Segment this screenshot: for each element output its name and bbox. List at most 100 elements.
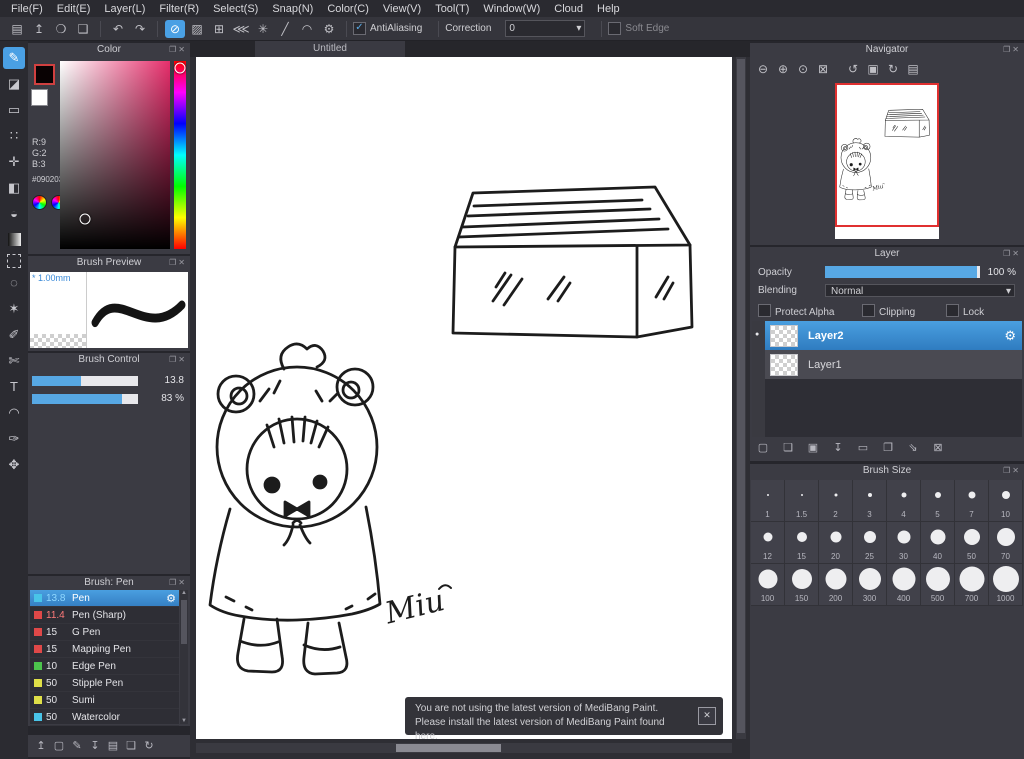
brush-item-edge-pen[interactable]: 10 Edge Pen xyxy=(30,658,179,675)
protect-alpha-checkbox[interactable]: Protect Alpha xyxy=(758,304,834,318)
delete-layer-icon[interactable]: ⊠ xyxy=(929,440,947,456)
export-view-icon[interactable]: ▤ xyxy=(904,61,922,77)
color-wheel-icon[interactable] xyxy=(32,195,47,210)
snap-settings-icon[interactable]: ⚙ xyxy=(319,20,339,38)
soft-edge-checkbox[interactable] xyxy=(608,22,622,35)
close-icon[interactable]: ✕ xyxy=(1012,466,1021,475)
shape-brush-tool[interactable]: ▭ xyxy=(3,99,25,121)
popout-icon[interactable]: ❐ xyxy=(1003,249,1012,258)
download-brush-icon[interactable]: ↧ xyxy=(86,738,104,754)
scrollbar-thumb[interactable] xyxy=(181,600,187,644)
select-eraser-tool[interactable]: ✄ xyxy=(3,350,25,372)
eraser-tool[interactable]: ◪ xyxy=(3,73,25,95)
brush-size-option[interactable]: 30 xyxy=(887,522,921,564)
hand-tool[interactable]: ✥ xyxy=(3,454,25,476)
reset-view-icon[interactable]: ▣ xyxy=(864,61,882,77)
close-icon[interactable]: ✕ xyxy=(178,45,187,54)
new-brush-icon[interactable]: ▢ xyxy=(50,738,68,754)
brush-folder-icon[interactable]: ▤ xyxy=(104,738,122,754)
curve-tool[interactable]: ◠ xyxy=(3,402,25,424)
curve-snap-icon[interactable]: ◠ xyxy=(297,20,317,38)
brush-size-option[interactable]: 300 xyxy=(853,564,887,606)
brush-size-option[interactable]: 50 xyxy=(955,522,989,564)
correction-dropdown[interactable]: 0 ▾ xyxy=(505,20,586,37)
dot-tool[interactable]: ∷ xyxy=(3,125,25,147)
antialiasing-checkbox[interactable]: ✓ xyxy=(353,22,366,35)
saturation-value-picker[interactable] xyxy=(60,61,170,249)
grid-snap-icon[interactable]: ⊞ xyxy=(209,20,229,38)
zoom-out-icon[interactable]: ⊖ xyxy=(754,61,772,77)
move-tool[interactable]: ✛ xyxy=(3,151,25,173)
brush-item-pen-sharp[interactable]: 11.4 Pen (Sharp) xyxy=(30,607,179,624)
brush-size-option[interactable]: 150 xyxy=(785,564,819,606)
text-tool[interactable]: T xyxy=(3,376,25,398)
brush-size-option[interactable]: 400 xyxy=(887,564,921,606)
close-icon[interactable]: ✕ xyxy=(178,355,187,364)
menu-snap[interactable]: Snap(N) xyxy=(265,3,320,15)
edit-brush-icon[interactable]: ✎ xyxy=(68,738,86,754)
brush-item-pen[interactable]: 13.8 Pen ⚙ xyxy=(30,590,179,607)
brush-size-option[interactable]: 10 xyxy=(989,480,1023,522)
close-icon[interactable]: ✕ xyxy=(178,578,187,587)
menu-edit[interactable]: Edit(E) xyxy=(50,3,98,15)
zoom-in-icon[interactable]: ⊕ xyxy=(774,61,792,77)
canvas-horizontal-scrollbar[interactable] xyxy=(196,743,732,753)
brush-settings-icon[interactable]: ⚙ xyxy=(166,592,176,605)
parallel-snap-icon[interactable]: ▨ xyxy=(187,20,207,38)
popout-icon[interactable]: ❐ xyxy=(1003,466,1012,475)
gallery-icon[interactable]: ▤ xyxy=(7,20,27,38)
sv-cursor[interactable] xyxy=(79,213,91,225)
brush-size-option[interactable]: 500 xyxy=(921,564,955,606)
menu-help[interactable]: Help xyxy=(590,3,627,15)
menu-tool[interactable]: Tool(T) xyxy=(428,3,476,15)
canvas-vertical-scrollbar[interactable] xyxy=(736,57,746,739)
popout-icon[interactable]: ❐ xyxy=(169,355,178,364)
brush-size-option[interactable]: 3 xyxy=(853,480,887,522)
popout-icon[interactable]: ❐ xyxy=(1003,45,1012,54)
lasso-tool[interactable]: ◌ xyxy=(3,272,25,294)
menu-file[interactable]: File(F) xyxy=(4,3,50,15)
select-pen-tool[interactable]: ✐ xyxy=(3,324,25,346)
rotate-cw-icon[interactable]: ↻ xyxy=(884,61,902,77)
scroll-up-icon[interactable]: ▲ xyxy=(181,590,187,596)
brush-size-option[interactable]: 700 xyxy=(955,564,989,606)
menu-color[interactable]: Color(C) xyxy=(320,3,376,15)
opacity-slider[interactable] xyxy=(825,266,980,278)
document-tab[interactable]: Untitled xyxy=(255,41,405,57)
duplicate-layer-icon[interactable]: ❏ xyxy=(779,440,797,456)
hue-slider[interactable] xyxy=(174,61,186,249)
share-icon[interactable]: ❑ xyxy=(73,20,93,38)
layer-pages-icon[interactable]: ▣ xyxy=(804,440,822,456)
redo-icon[interactable]: ↷ xyxy=(130,20,150,38)
brush-item-watercolor[interactable]: 50 Watercolor xyxy=(30,709,179,726)
upload-brush-icon[interactable]: ↥ xyxy=(32,738,50,754)
brush-size-slider[interactable] xyxy=(32,376,138,386)
menu-window[interactable]: Window(W) xyxy=(476,3,547,15)
scrollbar-thumb[interactable] xyxy=(737,59,745,733)
popout-icon[interactable]: ❐ xyxy=(169,45,178,54)
copy-layer-icon[interactable]: ❐ xyxy=(879,440,897,456)
vanishing-point-snap-icon[interactable]: ⋘ xyxy=(231,20,251,38)
brush-size-option[interactable]: 25 xyxy=(853,522,887,564)
brush-item-mapping-pen[interactable]: 15 Mapping Pen xyxy=(30,641,179,658)
menu-filter[interactable]: Filter(R) xyxy=(152,3,206,15)
scrollbar-thumb[interactable] xyxy=(396,744,501,752)
brush-size-option[interactable]: 12 xyxy=(751,522,785,564)
close-icon[interactable]: ✕ xyxy=(1012,249,1021,258)
brush-size-option[interactable]: 4 xyxy=(887,480,921,522)
layer-visible-icon[interactable]: ● xyxy=(755,331,759,338)
brush-tool[interactable]: ✎ xyxy=(3,47,25,69)
zoom-reset-icon[interactable]: ⊙ xyxy=(794,61,812,77)
drawing-canvas[interactable] xyxy=(196,57,732,739)
brush-opacity-slider[interactable] xyxy=(32,394,138,404)
comment-icon[interactable]: ❍ xyxy=(51,20,71,38)
import-layer-icon[interactable]: ↧ xyxy=(829,440,847,456)
notification-line2[interactable]: Please install the latest version of Med… xyxy=(415,716,689,744)
magic-wand-tool[interactable]: ✶ xyxy=(3,298,25,320)
brush-size-option[interactable]: 200 xyxy=(819,564,853,606)
brush-size-option[interactable]: 1 xyxy=(751,480,785,522)
layer-row-layer1[interactable]: Layer1 xyxy=(765,350,1022,379)
brush-list-scrollbar[interactable]: ▲ ▼ xyxy=(180,590,188,724)
menu-cloud[interactable]: Cloud xyxy=(547,3,590,15)
eyedropper-tool[interactable]: ✑ xyxy=(3,428,25,450)
